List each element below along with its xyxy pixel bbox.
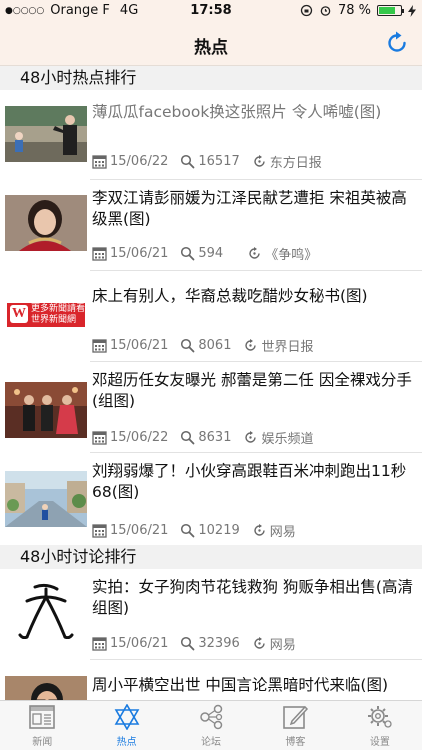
article-source: 网易 [269,525,296,540]
tab-hot[interactable]: 热点 [84,701,168,750]
search-icon [181,430,195,445]
charging-icon [408,4,416,17]
search-icon [181,523,195,538]
list-item[interactable]: 刘翔弱爆了！小伙穿高跟鞋百米冲刺跑出11秒68(图) 15/06/21 1021… [0,453,422,545]
list-item[interactable]: W 更多新聞請看 世界新聞網 床上有别人，华裔总裁吃醋炒女秘书(图) 15/06… [0,271,422,362]
article-views: 10219 [198,523,240,538]
article-date: 15/06/21 [110,246,169,261]
article-title: 刘翔弱爆了！小伙穿高跟鞋百米冲刺跑出11秒68(图) [92,462,407,501]
article-thumbnail [5,676,87,700]
calendar-icon [92,339,107,353]
calendar-icon [92,637,107,651]
article-title: 周小平横空出世 中国言论黑暗时代来临(图) [92,676,389,694]
article-title: 薄瓜瓜facebook换这张照片 令人唏嘘(图) [92,103,382,121]
article-meta: 15/06/21 32396 网易 [92,634,308,653]
article-views: 8631 [198,430,232,445]
list-item[interactable]: 邓超历任女友曝光 郝蕾是第二任 因全裸戏分手(组图) 15/06/22 8631… [0,362,422,453]
status-bar: ●○○○○ Orange F 4G 17:58 78 % [0,0,422,22]
article-views: 8061 [198,338,232,353]
list-item[interactable]: 实拍：女子狗肉节花钱救狗 狗贩争相出售(高清组图) 15/06/21 32396… [0,569,422,660]
battery-percent: 78 % [337,3,371,18]
source-icon [254,637,265,649]
calendar-icon [92,431,107,445]
list-item[interactable]: 薄瓜瓜facebook换这张照片 令人唏嘘(图) 15/06/22 16517 … [0,90,422,180]
article-thumbnail [5,471,87,527]
article-title: 李双江请彭丽媛为江泽民献艺遭拒 宋祖英被高级黑(图) [92,189,407,228]
article-thumbnail [5,195,87,251]
calendar-icon [92,155,107,169]
section-header-discussion: 48小时讨论排行 [0,545,422,569]
gear-icon [367,706,392,728]
article-title: 邓超历任女友曝光 郝蕾是第二任 因全裸戏分手(组图) [92,371,412,410]
source-icon [254,155,265,167]
alarm-icon [320,6,331,16]
article-views: 16517 [198,154,240,169]
article-title: 床上有别人，华裔总裁吃醋炒女秘书(图) [92,287,368,305]
search-icon [181,338,195,353]
article-date: 15/06/21 [110,636,169,651]
newspaper-icon [29,705,56,729]
tab-news[interactable]: 新闻 [0,701,84,750]
battery-icon [377,5,404,16]
article-source: 娱乐频道 [261,432,314,447]
share-network-icon [200,704,223,730]
search-icon [181,246,195,261]
article-thumbnail [5,583,87,639]
article-date: 15/06/21 [110,338,169,353]
tab-label: 设置 [369,737,390,748]
article-source: 《争鸣》 [265,248,318,263]
search-icon [181,636,195,651]
tab-blog[interactable]: 博客 [253,701,337,750]
tab-label: 新闻 [32,737,53,748]
article-views: 594 [198,246,224,261]
article-meta: 15/06/22 8631 娱乐频道 [92,428,326,447]
article-meta: 15/06/21 594 《争鸣》 [92,244,329,263]
article-date: 15/06/22 [110,430,169,445]
article-meta: 15/06/21 8061 世界日报 [92,336,326,355]
tab-bar: 新闻 热点 论坛 博客 设置 [0,700,422,750]
article-meta: 15/06/21 10219 网易 [92,521,308,540]
tab-label: 热点 [116,737,137,748]
article-thumbnail [5,106,87,162]
section-header-hot: 48小时热点排行 [0,66,422,90]
source-icon [245,339,257,351]
tab-label: 论坛 [201,737,222,748]
list-item[interactable]: 周小平横空出世 中国言论黑暗时代来临(图) [0,660,422,700]
navigation-bar: 热点 [0,22,422,66]
source-icon [245,431,257,443]
edit-note-icon [283,705,309,729]
article-views: 32396 [198,636,240,651]
article-source: 东方日报 [269,156,322,171]
worldjournal-logo: W 更多新聞請看 世界新聞網 [7,303,85,327]
tab-forum[interactable]: 论坛 [169,701,253,750]
article-source: 世界日报 [261,340,314,355]
refresh-icon[interactable] [384,30,410,56]
article-thumbnail: W 更多新聞請看 世界新聞網 [5,289,87,345]
article-source: 网易 [269,638,296,653]
tab-label: 博客 [285,737,306,748]
search-icon [181,154,195,169]
source-icon [249,247,260,259]
calendar-icon [92,524,107,538]
star-of-david-icon [114,704,139,730]
rotation-lock-icon [300,4,313,17]
article-meta: 15/06/22 16517 东方日报 [92,152,334,171]
article-thumbnail [5,382,87,438]
tab-settings[interactable]: 设置 [338,701,422,750]
article-date: 15/06/22 [110,154,169,169]
source-icon [254,524,265,536]
article-date: 15/06/21 [110,523,169,538]
article-title: 实拍：女子狗肉节花钱救狗 狗贩争相出售(高清组图) [92,578,413,617]
calendar-icon [92,247,107,261]
list-item[interactable]: 李双江请彭丽媛为江泽民献艺遭拒 宋祖英被高级黑(图) 15/06/21 594 … [0,180,422,271]
page-title: 热点 [194,38,228,58]
